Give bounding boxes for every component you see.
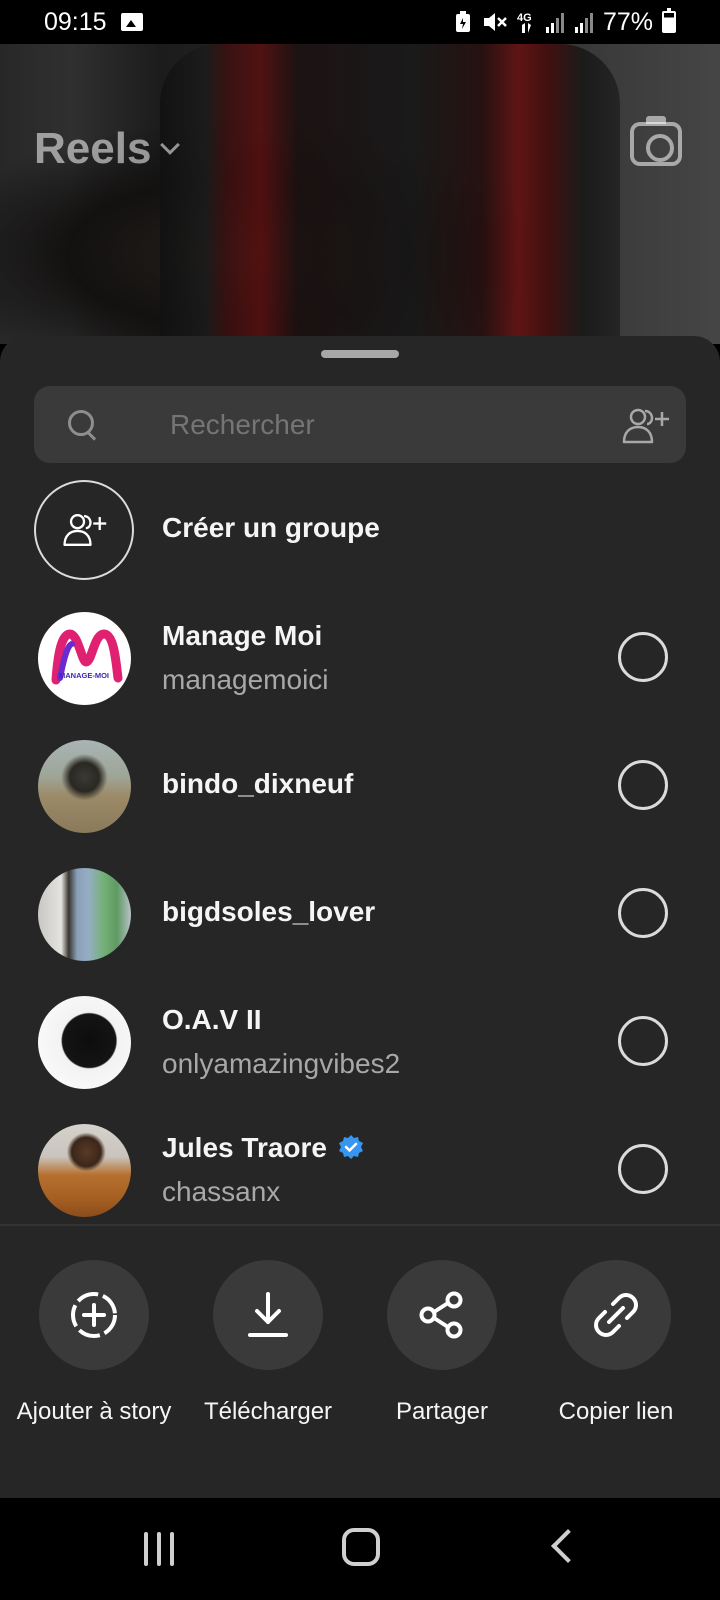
add-circle-icon (71, 1292, 117, 1338)
contact-name: bigdsoles_lover (162, 896, 376, 927)
download-icon (248, 1292, 288, 1337)
search-input[interactable] (170, 386, 610, 463)
verified-badge-icon (338, 1135, 363, 1159)
add-people-icon[interactable] (618, 406, 672, 446)
battery-saver-icon (455, 11, 470, 32)
mute-icon (483, 13, 507, 31)
contact-name-row: Jules Traore (162, 1132, 365, 1164)
svg-text:4G: 4G (517, 12, 532, 24)
contact-row[interactable]: bindo_dixneuf (0, 736, 720, 836)
avatar-jules-traore (38, 1123, 131, 1217)
status-time: 09:15 (44, 7, 107, 36)
create-group-avatar (34, 480, 134, 580)
signal-icon-2 (574, 13, 593, 33)
contact-row[interactable]: Jules Traore chassanx (0, 1120, 720, 1220)
camera-icon[interactable] (630, 116, 682, 166)
reel-background: Reels (0, 44, 720, 344)
reels-title[interactable]: Reels (34, 124, 181, 174)
download-label: Télécharger (203, 1398, 333, 1425)
create-group-row[interactable]: Créer un groupe (0, 480, 720, 580)
avatar-bindo-dixneuf (38, 739, 131, 833)
contact-username: chassanx (162, 1176, 281, 1207)
system-nav-bar (0, 1498, 720, 1600)
share-button[interactable]: Partager (355, 1260, 529, 1432)
battery-icon (662, 8, 676, 33)
contact-name: Manage Moi (162, 620, 323, 651)
chevron-down-icon (160, 135, 181, 155)
signal-icon-1 (545, 13, 564, 33)
avatar-oav-ii (38, 995, 131, 1089)
create-group-label: Créer un groupe (162, 512, 380, 543)
link-icon (594, 1293, 638, 1337)
contact-name: O.A.V II (162, 1004, 262, 1035)
contact-username: managemoici (162, 664, 329, 695)
status-bar: 09:15 4G 77% (0, 0, 720, 44)
search-bar[interactable] (34, 386, 686, 463)
contact-username: onlyamazingvibes2 (162, 1048, 401, 1079)
divider (0, 1224, 720, 1226)
avatar-manage-moi: MANAGE-MOI (38, 611, 131, 705)
contact-row[interactable]: bigdsoles_lover (0, 864, 720, 964)
sheet-drag-handle[interactable] (321, 350, 399, 358)
gallery-notification-icon (120, 13, 143, 31)
search-icon (68, 410, 96, 438)
download-button[interactable]: Télécharger (181, 1260, 355, 1432)
select-radio[interactable] (618, 1016, 668, 1066)
contact-name: Jules Traore (162, 1132, 327, 1163)
select-radio[interactable] (618, 760, 668, 810)
select-radio[interactable] (618, 632, 668, 682)
recent-apps-icon[interactable] (142, 1532, 178, 1566)
share-sheet: Créer un groupe MANAGE-MOI Manage Moi ma… (0, 336, 720, 1498)
contact-row[interactable]: MANAGE-MOI Manage Moi managemoici (0, 608, 720, 708)
svg-text:MANAGE-MOI: MANAGE-MOI (59, 671, 109, 680)
select-radio[interactable] (618, 888, 668, 938)
add-to-story-label: Ajouter à story (16, 1398, 172, 1425)
avatar-bigdsoles-lover (38, 867, 131, 961)
add-to-story-button[interactable]: Ajouter à story (7, 1260, 181, 1432)
copy-link-button[interactable]: Copier lien (529, 1260, 703, 1432)
share-icon (419, 1291, 463, 1339)
back-icon[interactable] (551, 1529, 585, 1563)
group-add-icon (63, 514, 107, 546)
network-4g-icon: 4G (517, 12, 532, 33)
status-icons: 4G 77% (454, 8, 676, 37)
battery-percentage: 77% (602, 7, 653, 36)
home-icon[interactable] (342, 1528, 380, 1566)
contact-row[interactable]: O.A.V II onlyamazingvibes2 (0, 992, 720, 1092)
reels-title-label: Reels (34, 124, 152, 173)
share-label: Partager (395, 1398, 489, 1425)
select-radio[interactable] (618, 1144, 668, 1194)
contact-name: bindo_dixneuf (162, 768, 354, 799)
copy-link-label: Copier lien (558, 1398, 674, 1425)
